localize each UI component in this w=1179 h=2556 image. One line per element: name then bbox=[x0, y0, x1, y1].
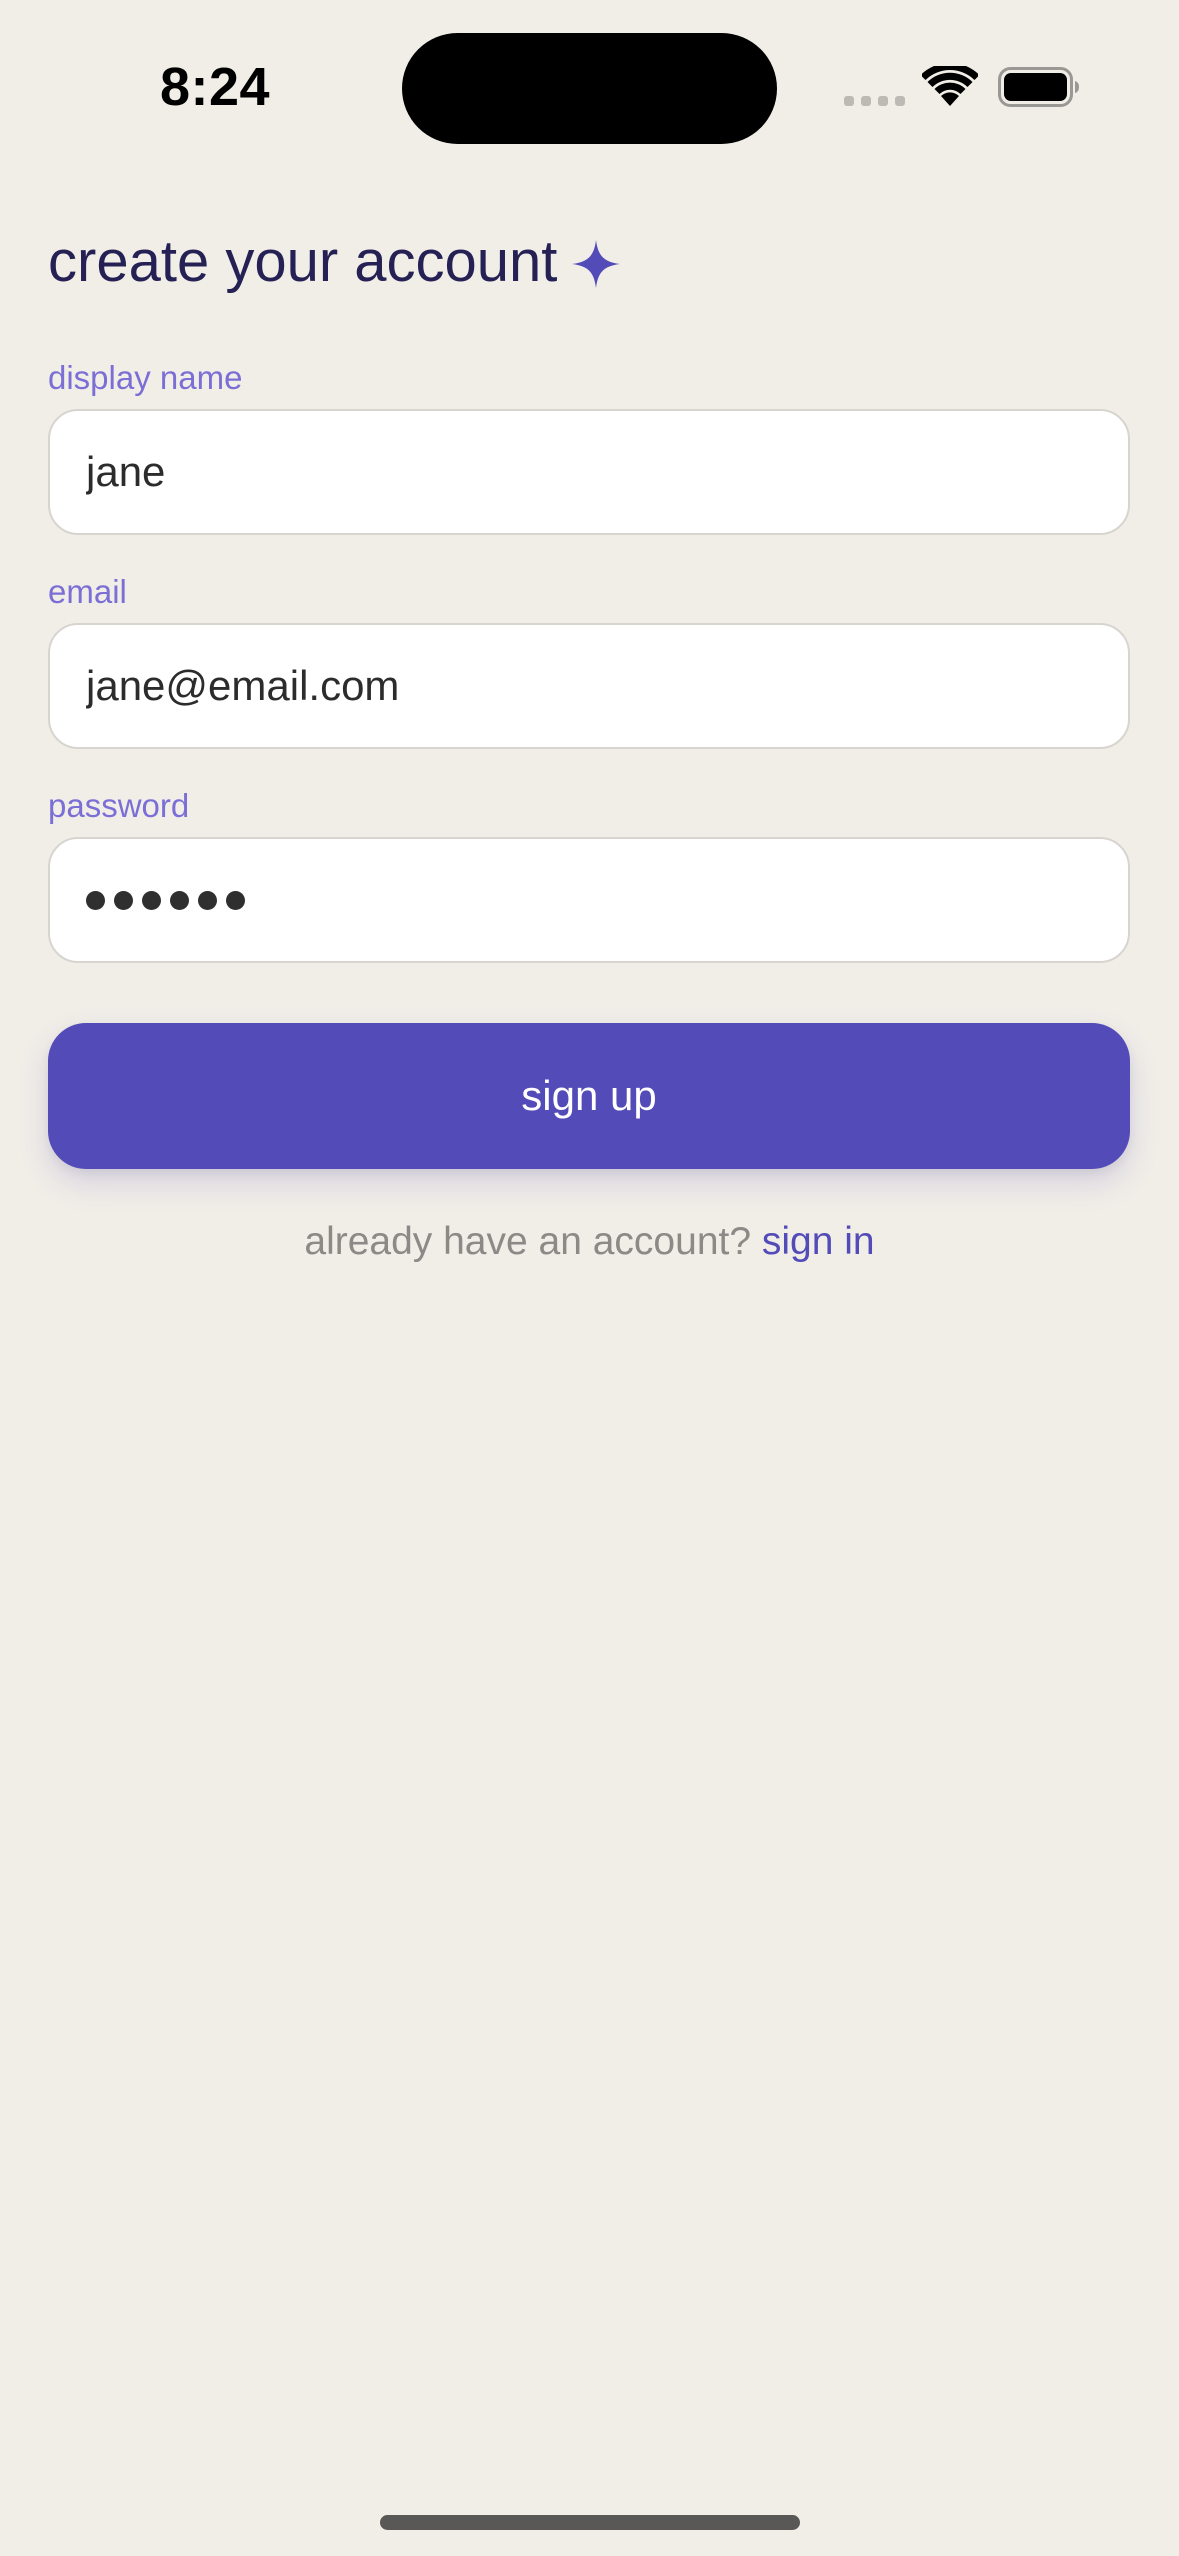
password-mask-dot bbox=[198, 890, 217, 910]
password-mask-dot bbox=[170, 890, 189, 910]
password-mask-dot bbox=[86, 890, 105, 910]
sign-in-link[interactable]: sign in bbox=[762, 1220, 875, 1263]
password-mask-dot bbox=[142, 890, 161, 910]
password-label: password bbox=[48, 787, 190, 824]
home-indicator[interactable] bbox=[380, 2515, 800, 2530]
sign-in-prompt: already have an account? sign in bbox=[0, 1214, 1179, 1270]
sign-in-prompt-text: already have an account? bbox=[304, 1220, 762, 1263]
password-input[interactable] bbox=[48, 837, 1130, 963]
email-input[interactable] bbox=[48, 623, 1130, 749]
email-label: email bbox=[48, 573, 127, 610]
display-name-label: display name bbox=[48, 359, 243, 396]
battery-icon bbox=[998, 67, 1079, 107]
wifi-icon bbox=[922, 66, 978, 106]
dynamic-island bbox=[402, 33, 777, 144]
password-mask-dot bbox=[226, 890, 245, 910]
page-title: create your account bbox=[48, 222, 621, 302]
sparkle-icon bbox=[572, 240, 621, 288]
signal-icon bbox=[844, 96, 905, 106]
sign-up-button[interactable]: sign up bbox=[48, 1023, 1130, 1169]
status-time: 8:24 bbox=[160, 57, 271, 117]
display-name-input[interactable] bbox=[48, 409, 1130, 535]
password-mask-dot bbox=[114, 890, 133, 910]
page-title-text: create your account bbox=[48, 229, 558, 294]
